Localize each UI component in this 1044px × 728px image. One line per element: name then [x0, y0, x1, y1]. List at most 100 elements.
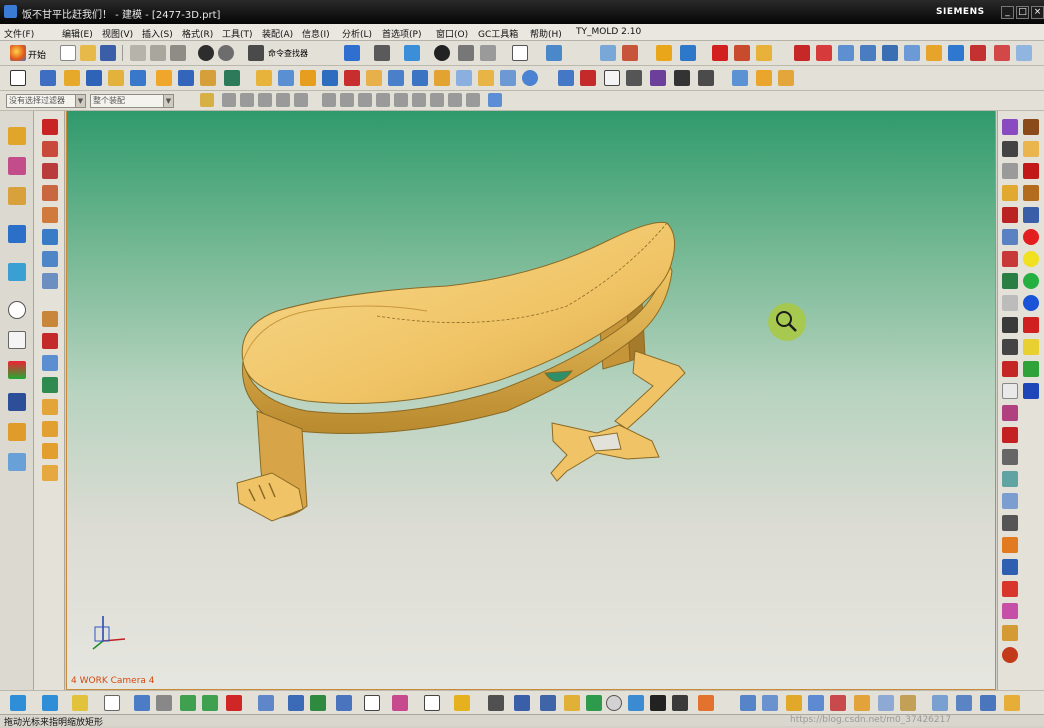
orange-swatch[interactable] — [1023, 185, 1039, 201]
history-icon[interactable] — [8, 301, 26, 319]
teal-icon[interactable] — [1002, 471, 1018, 487]
mold-tool-10-icon[interactable] — [994, 45, 1010, 61]
intersection-curve-icon[interactable] — [42, 273, 58, 289]
reuse-library-icon[interactable] — [8, 225, 26, 243]
cube-red-icon[interactable] — [226, 695, 242, 711]
bounded-plane-icon[interactable] — [42, 355, 58, 371]
snap-center-icon[interactable] — [294, 93, 308, 107]
pipette-icon[interactable] — [488, 695, 504, 711]
line-icon[interactable] — [42, 141, 58, 157]
system-scene-icon[interactable] — [8, 453, 26, 471]
red-box-icon[interactable] — [1002, 427, 1018, 443]
menu-insert[interactable]: 插入(S) — [142, 27, 173, 40]
trim-body-icon[interactable] — [224, 70, 240, 86]
edit-object-icon[interactable] — [622, 45, 638, 61]
process-studio-icon[interactable] — [8, 361, 26, 379]
mold-tool-1-icon[interactable] — [794, 45, 810, 61]
menu-view[interactable]: 视图(V) — [102, 27, 133, 40]
subtract-icon[interactable] — [178, 70, 194, 86]
copy-icon[interactable] — [150, 45, 166, 61]
snap-face-icon[interactable] — [376, 93, 390, 107]
minimize-button[interactable]: _ — [1001, 6, 1014, 19]
snap-arc-icon[interactable] — [412, 93, 426, 107]
mold-tool-8-icon[interactable] — [948, 45, 964, 61]
snap-line-icon[interactable] — [448, 93, 462, 107]
slot-icon[interactable] — [674, 70, 690, 86]
fit-view-icon[interactable] — [344, 45, 360, 61]
face-analysis-icon[interactable] — [756, 70, 772, 86]
polygon-icon[interactable] — [42, 207, 58, 223]
patch-icon[interactable] — [42, 421, 58, 437]
explode-icon[interactable] — [698, 695, 714, 711]
studio-spline-icon[interactable] — [42, 185, 58, 201]
shaded-view-icon[interactable] — [404, 45, 420, 61]
open-folder-icon[interactable] — [80, 45, 96, 61]
wave-link-icon[interactable] — [558, 70, 574, 86]
part-navigator-icon[interactable] — [8, 187, 26, 205]
sketch-icon[interactable] — [10, 70, 26, 86]
snap-curve-icon[interactable] — [358, 93, 372, 107]
mixed-color-icon[interactable] — [1002, 603, 1018, 619]
layer-icon[interactable] — [600, 45, 616, 61]
move-icon[interactable] — [134, 695, 150, 711]
resize-blend-icon[interactable] — [478, 70, 494, 86]
layer-settings-icon[interactable] — [258, 695, 274, 711]
revolve-icon[interactable] — [86, 70, 102, 86]
undo-icon[interactable] — [198, 45, 214, 61]
shield-icon[interactable] — [310, 695, 326, 711]
arrow-right-icon[interactable] — [202, 695, 218, 711]
green-hex-swatch[interactable] — [1023, 361, 1039, 377]
wand-icon[interactable] — [72, 695, 88, 711]
delete-face-icon[interactable] — [456, 70, 472, 86]
hide-icon[interactable] — [458, 45, 474, 61]
maximize-button[interactable]: □ — [1016, 6, 1029, 19]
roles-icon[interactable] — [8, 423, 26, 441]
unite-icon[interactable] — [156, 70, 172, 86]
ball-icon[interactable] — [1002, 647, 1018, 663]
shell-icon[interactable] — [300, 70, 316, 86]
text-icon[interactable] — [1002, 361, 1018, 377]
view-front-icon[interactable] — [10, 695, 26, 711]
motion-3-icon[interactable] — [786, 695, 802, 711]
mold-tool-6-icon[interactable] — [904, 45, 920, 61]
groove-icon[interactable] — [698, 70, 714, 86]
motion-12-icon[interactable] — [1004, 695, 1020, 711]
constraint-navigator-icon[interactable] — [8, 157, 26, 175]
graphics-window[interactable]: 4 WORK Camera 4 — [66, 111, 996, 690]
system-materials-icon[interactable] — [8, 331, 26, 349]
face-color-icon[interactable] — [1002, 273, 1018, 289]
mold-tool-7-icon[interactable] — [926, 45, 942, 61]
sync-move-icon[interactable] — [412, 70, 428, 86]
menu-analysis[interactable]: 分析(L) — [342, 27, 372, 40]
transform-icon[interactable] — [1002, 229, 1018, 245]
motion-1-icon[interactable] — [740, 695, 756, 711]
selection-filter-dropdown[interactable]: 没有选择过滤器 ▼ — [6, 94, 86, 108]
redo-icon[interactable] — [218, 45, 234, 61]
menu-preferences[interactable]: 首选项(P) — [382, 27, 421, 40]
menu-assembly[interactable]: 装配(A) — [262, 27, 293, 40]
motion-5-icon[interactable] — [830, 695, 846, 711]
pull-face-icon[interactable] — [500, 70, 516, 86]
assembly-navigator-icon[interactable] — [8, 127, 26, 145]
mold-tool-2-icon[interactable] — [816, 45, 832, 61]
badge-icon[interactable] — [454, 695, 470, 711]
menu-format[interactable]: 格式(R) — [182, 27, 213, 40]
blue-ball-swatch[interactable] — [1023, 295, 1039, 311]
snap-quadrant-icon[interactable] — [322, 93, 336, 107]
snap-midpoint-icon[interactable] — [240, 93, 254, 107]
motion-8-icon[interactable] — [900, 695, 916, 711]
menu-ty-mold[interactable]: TY_MOLD 2.10 — [576, 27, 641, 37]
mold-tool-11-icon[interactable] — [1016, 45, 1032, 61]
dim-icon[interactable] — [1002, 317, 1018, 333]
view-top-icon[interactable] — [42, 695, 58, 711]
motion-2-icon[interactable] — [762, 695, 778, 711]
circle-tool-icon[interactable] — [606, 695, 622, 711]
mirror-icon[interactable] — [366, 70, 382, 86]
motion-6-icon[interactable] — [854, 695, 870, 711]
blue-swatch[interactable] — [1023, 207, 1039, 223]
pen-icon[interactable] — [1002, 339, 1018, 355]
draft-icon[interactable] — [322, 70, 338, 86]
extract-body-icon[interactable] — [580, 70, 596, 86]
sew-icon[interactable] — [42, 399, 58, 415]
snap-icon[interactable] — [546, 45, 562, 61]
